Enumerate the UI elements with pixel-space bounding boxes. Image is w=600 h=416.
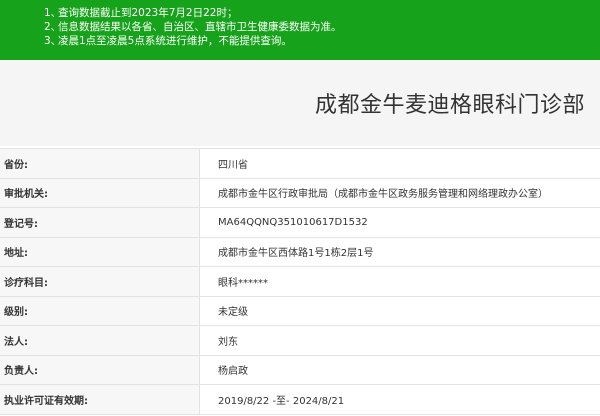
table-row-province: 省份: 四川省 [0,149,600,179]
row-value: 刘东 [218,336,238,348]
row-label: 级别: [0,296,200,325]
row-value: 2019/8/22 -至- 2024/8/21 [218,395,345,407]
notice-line: 1、查询数据截止到2023年7月2日22时； [44,7,238,19]
page-title: 成都金牛麦迪格眼科门诊部 [314,93,585,118]
table-row-address: 地址: 成都市金牛区西体路1号1栋2层1号 [0,237,600,267]
notice-line: 2、信息数据结果以各省、自治区、直辖市卫生健康委数据为准。 [44,21,342,33]
row-label: 执业许可证有效期: [0,385,200,414]
row-label: 法人: [0,326,200,355]
row-label: 负责人: [0,355,200,384]
row-value: 成都市金牛区行政审批局（成都市金牛区政务服务管理和网络理政办公室） [218,189,548,201]
info-table: 省份: 四川省 审批机关: 成都市金牛区行政审批局（成都市金牛区政务服务管理和网… [0,148,600,415]
notice-line: 3、凌晨1点至凌晨5点系统进行维护，不能提供查询。 [44,35,292,47]
row-label: 诊疗科目: [0,267,200,296]
row-label: 地址: [0,237,200,266]
row-value: MA64QQNQ351010617D1532 [218,216,368,228]
table-row-person-in-charge: 负责人: 杨启政 [0,355,600,385]
table-row-approval-authority: 审批机关: 成都市金牛区行政审批局（成都市金牛区政务服务管理和网络理政办公室） [0,178,600,208]
table-row-departments: 诊疗科目: 眼科****** [0,267,600,297]
table-row-level: 级别: 未定级 [0,296,600,326]
row-value: 杨启政 [218,366,248,378]
row-value: 未定级 [218,307,248,319]
row-value: 眼科****** [218,277,268,289]
table-row-registration-no: 登记号: MA64QQNQ351010617D1532 [0,208,600,238]
row-label: 审批机关: [0,178,200,207]
table-row-legal-person: 法人: 刘东 [0,326,600,356]
row-value: 成都市金牛区西体路1号1栋2层1号 [218,248,374,260]
notice-banner: 1、查询数据截止到2023年7月2日22时； 2、信息数据结果以各省、自治区、直… [0,0,600,60]
row-value: 四川省 [218,159,248,171]
table-row-license-validity: 执业许可证有效期: 2019/8/22 -至- 2024/8/21 [0,385,600,415]
row-label: 登记号: [0,208,200,237]
row-label: 省份: [0,149,200,178]
